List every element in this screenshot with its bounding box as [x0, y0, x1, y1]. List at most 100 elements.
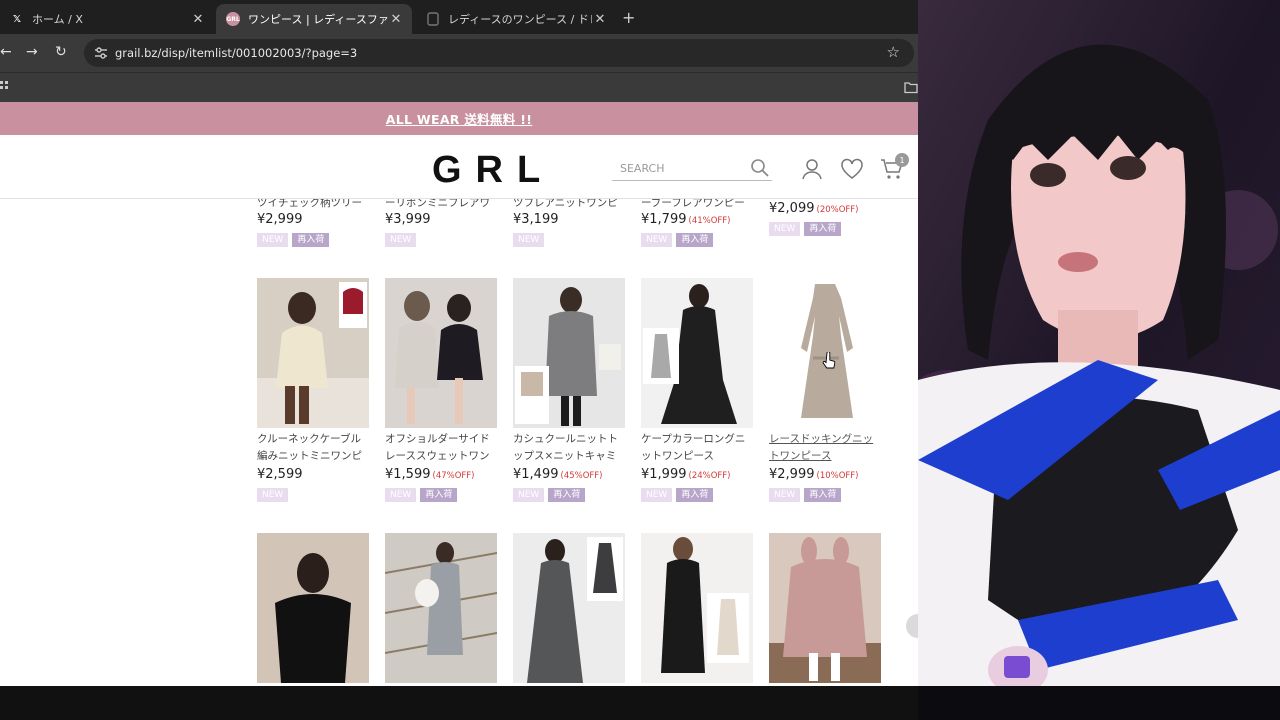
new-badge: NEW [513, 233, 545, 247]
product-image[interactable] [385, 533, 497, 683]
product-name[interactable]: オフショルダーサイドレーススウェットワンピ… [385, 431, 497, 465]
tab-title: ワンピース | レディースファッション通販 [248, 13, 388, 26]
product-price: ¥1,599 (47%OFF) [385, 467, 475, 482]
product-card[interactable] [641, 533, 753, 683]
new-tab-button[interactable]: + [622, 8, 635, 27]
tab-x-home[interactable]: 𝕏 ホーム / X ✕ [0, 4, 214, 34]
webcam-video-frame [918, 0, 1280, 686]
site-header: GRL SEARCH 1 [0, 135, 918, 199]
product-price: ¥2,999 [257, 212, 303, 227]
grl-icon: GRL [226, 12, 240, 26]
product-price: ¥1,499 (45%OFF) [513, 467, 603, 482]
product-image[interactable] [385, 278, 497, 428]
hand-pointer-cursor-icon [822, 352, 836, 369]
discount-label: (45%OFF) [560, 471, 603, 481]
product-price: ¥3,199 [513, 212, 559, 227]
product-image[interactable] [513, 533, 625, 683]
new-badge: NEW [257, 488, 289, 502]
product-card[interactable] [513, 533, 625, 683]
product-price: ¥3,999 [385, 212, 431, 227]
product-image[interactable] [257, 533, 369, 683]
page-icon [426, 12, 440, 26]
restock-badge: 再入荷 [548, 488, 586, 502]
user-account-icon[interactable] [800, 157, 824, 181]
product-card[interactable]: レースドッキングニットワンピース ¥2,999 (10%OFF) NEW 再入荷 [769, 278, 881, 502]
url-text: grail.bz/disp/itemlist/001002003/?page=3 [115, 46, 358, 60]
restock-badge: 再入荷 [676, 488, 714, 502]
search-input[interactable]: SEARCH [612, 155, 772, 181]
stream-bottom-strip [918, 686, 1280, 720]
close-tab-icon[interactable]: ✕ [592, 12, 608, 27]
close-tab-icon[interactable]: ✕ [388, 12, 404, 27]
product-card[interactable]: ツフレアニットワンピ ¥3,199 NEW [513, 193, 625, 247]
apps-grid-icon[interactable] [0, 81, 10, 93]
bookmarks-bar [0, 72, 918, 102]
banner-text[interactable]: ALL WEAR 送料無料 !! [386, 109, 533, 128]
discount-label: (41%OFF) [688, 216, 731, 226]
product-price: ¥1,799 (41%OFF) [641, 212, 731, 227]
product-grid: ツイチェック柄ツリー ¥2,999 NEW 再入荷 ーリボンミニフレアワ ¥3,9… [0, 197, 918, 686]
product-price: ¥2,599 [257, 467, 303, 482]
scroll-to-top-tab[interactable] [906, 614, 918, 638]
product-name[interactable]: ケープカラーロングニットワンピース [641, 431, 753, 465]
product-card[interactable]: ーリボンミニフレアワ ¥3,999 NEW [385, 193, 497, 247]
product-card[interactable]: ケープカラーロングニットワンピース ¥1,999 (24%OFF) NEW 再入荷 [641, 278, 753, 502]
product-price: ¥2,999 (10%OFF) [769, 467, 859, 482]
new-badge: NEW [641, 488, 673, 502]
free-shipping-banner[interactable]: ALL WEAR 送料無料 !! [0, 102, 918, 135]
new-badge: NEW [385, 233, 417, 247]
search-icon[interactable] [750, 158, 770, 178]
x-logo-icon: 𝕏 [12, 13, 22, 25]
product-card[interactable]: ¥2,099 (20%OFF) NEW 再入荷 [769, 193, 881, 236]
restock-badge: 再入荷 [420, 488, 458, 502]
product-image[interactable] [641, 533, 753, 683]
product-price: ¥1,999 (24%OFF) [641, 467, 731, 482]
new-badge: NEW [769, 488, 801, 502]
close-tab-icon[interactable]: ✕ [190, 12, 206, 27]
bookmark-star-icon[interactable]: ☆ [887, 43, 900, 61]
product-card[interactable]: カシュクールニットトップス×ニットキャミワ… ¥1,499(45%OFF) NE… [513, 278, 625, 502]
new-badge: NEW [257, 233, 289, 247]
browser-toolbar: ← → ↻ grail.bz/disp/itemlist/001002003/?… [0, 34, 918, 72]
page-viewport: ALL WEAR 送料無料 !! GRL SEARCH 1 ツイチェック柄ツリー… [0, 102, 918, 686]
product-image[interactable] [769, 533, 881, 683]
product-card[interactable] [385, 533, 497, 683]
discount-label: (24%OFF) [688, 471, 731, 481]
discount-label: (47%OFF) [432, 471, 475, 481]
restock-badge: 再入荷 [804, 222, 842, 236]
product-name[interactable]: クルーネックケーブル編みニットミニワンピース [257, 431, 369, 465]
product-card[interactable]: クルーネックケーブル編みニットミニワンピース ¥2,599 NEW [257, 278, 369, 502]
grl-logo[interactable]: GRL [432, 149, 554, 192]
product-image[interactable] [641, 278, 753, 428]
os-taskbar [0, 686, 918, 720]
forward-arrow-icon[interactable]: → [26, 44, 38, 60]
cart-count-badge: 1 [895, 153, 909, 167]
streamer-webcam [918, 0, 1280, 686]
product-image[interactable] [513, 278, 625, 428]
product-card[interactable] [769, 533, 881, 683]
product-card[interactable]: オフショルダーサイドレーススウェットワンピ… ¥1,599(47%OFF) NE… [385, 278, 497, 502]
product-name[interactable]: レースドッキングニットワンピース [769, 431, 881, 465]
folder-icon[interactable] [904, 80, 918, 94]
tab-dress-store[interactable]: レディースのワンピース / ドレス | ユナ ✕ [416, 4, 616, 34]
product-image[interactable] [257, 278, 369, 428]
new-badge: NEW [513, 488, 545, 502]
product-name[interactable]: カシュクールニットトップス×ニットキャミワ… [513, 431, 625, 465]
favorite-heart-icon[interactable] [840, 157, 864, 181]
product-card[interactable] [257, 533, 369, 683]
restock-badge: 再入荷 [676, 233, 714, 247]
product-card[interactable]: ツイチェック柄ツリー ¥2,999 NEW 再入荷 [257, 193, 369, 247]
tab-title: レディースのワンピース / ドレス | ユナ [448, 13, 592, 26]
reload-icon[interactable]: ↻ [55, 44, 67, 60]
new-badge: NEW [385, 488, 417, 502]
discount-label: (20%OFF) [816, 205, 859, 215]
search-placeholder: SEARCH [620, 162, 665, 175]
product-card[interactable]: ーブーフレアワンピース ¥1,799(41%OFF) NEW再入荷 [641, 193, 753, 247]
back-arrow-icon[interactable]: ← [0, 44, 12, 60]
tab-title: ホーム / X [32, 13, 83, 26]
address-bar[interactable]: grail.bz/disp/itemlist/001002003/?page=3… [84, 39, 914, 67]
site-settings-icon[interactable] [94, 46, 108, 60]
tab-grl-onepiece[interactable]: GRL ワンピース | レディースファッション通販 ✕ [216, 4, 412, 34]
new-badge: NEW [769, 222, 801, 236]
product-price: ¥2,099 (20%OFF) [769, 201, 859, 216]
